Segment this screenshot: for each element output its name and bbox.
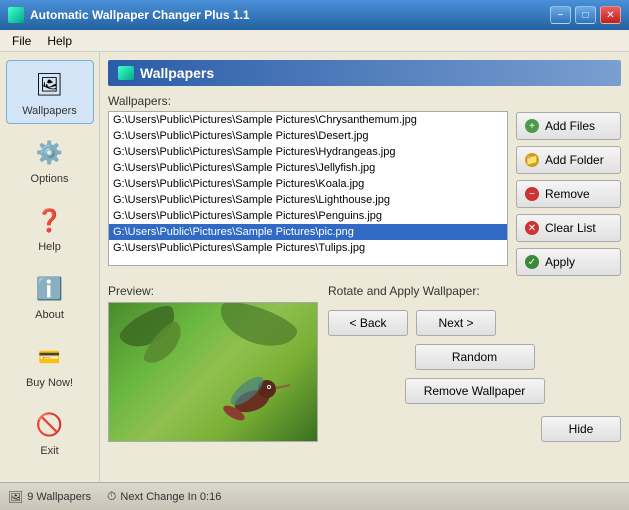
next-change-text: Next Change In 0:16 [120,491,221,503]
main-content: 🖼 Wallpapers ⚙️ Options ❓ Help ℹ️ About … [0,52,629,482]
hide-container: Hide [328,416,621,442]
section-header-icon [118,66,134,80]
remove-icon: − [525,187,539,201]
hide-button[interactable]: Hide [541,416,621,442]
next-change-status: ⏱ Next Change In 0:16 [107,489,221,504]
wallpapers-list[interactable]: G:\Users\Public\Pictures\Sample Pictures… [108,111,508,266]
random-button[interactable]: Random [415,344,535,370]
list-item[interactable]: G:\Users\Public\Pictures\Sample Pictures… [109,176,507,192]
list-item[interactable]: G:\Users\Public\Pictures\Sample Pictures… [109,128,507,144]
file-menu[interactable]: File [4,32,39,50]
wallpapers-list-container: Wallpapers: G:\Users\Public\Pictures\Sam… [108,94,508,276]
window-controls: − □ ✕ [550,6,621,24]
buttons-panel: + Add Files 📁 Add Folder − Remove ✕ Clea… [516,94,621,276]
wallpapers-list-label: Wallpapers: [108,94,508,108]
close-button[interactable]: ✕ [600,6,621,24]
section-header: Wallpapers [108,60,621,86]
wallpaper-count-text: 9 Wallpapers [27,491,91,503]
add-files-button[interactable]: + Add Files [516,112,621,140]
list-item[interactable]: G:\Users\Public\Pictures\Sample Pictures… [109,160,507,176]
wallpapers-area: Wallpapers: G:\Users\Public\Pictures\Sam… [108,94,621,276]
list-item[interactable]: G:\Users\Public\Pictures\Sample Pictures… [109,240,507,256]
clear-list-label: Clear List [545,221,596,235]
clear-list-button[interactable]: ✕ Clear List [516,214,621,242]
sidebar-wallpapers-label: Wallpapers [22,105,77,117]
add-files-label: Add Files [545,119,595,133]
help-icon: ❓ [30,203,70,239]
list-item[interactable]: G:\Users\Public\Pictures\Sample Pictures… [109,224,507,240]
sidebar-help-label: Help [38,241,61,253]
remove-wallpaper-container: Remove Wallpaper [328,378,621,404]
sidebar-item-options[interactable]: ⚙️ Options [6,128,94,192]
leaf-decor-2 [213,302,300,356]
exit-icon: 🚫 [30,407,70,443]
preview-area: Preview: [108,284,318,474]
options-icon: ⚙️ [30,135,70,171]
apply-button[interactable]: ✓ Apply [516,248,621,276]
rotate-area: Rotate and Apply Wallpaper: < Back Next … [328,284,621,474]
clear-list-icon: ✕ [525,221,539,235]
sidebar-exit-label: Exit [40,445,58,457]
add-folder-button[interactable]: 📁 Add Folder [516,146,621,174]
wallpaper-count-status: 🖼 9 Wallpapers [8,490,91,504]
preview-image [108,302,318,442]
sidebar-about-label: About [35,309,64,321]
next-button[interactable]: Next > [416,310,496,336]
remove-label: Remove [545,187,590,201]
title-bar-text: Automatic Wallpaper Changer Plus 1.1 [30,8,550,22]
about-icon: ℹ️ [30,271,70,307]
list-item[interactable]: G:\Users\Public\Pictures\Sample Pictures… [109,144,507,160]
sidebar-item-wallpapers[interactable]: 🖼 Wallpapers [6,60,94,124]
apply-label: Apply [545,255,575,269]
sidebar-item-buynow[interactable]: 💳 Buy Now! [6,332,94,396]
menu-bar: File Help [0,30,629,52]
list-item[interactable]: G:\Users\Public\Pictures\Sample Pictures… [109,112,507,128]
clock-icon: ⏱ [107,489,116,504]
bottom-section: Preview: [108,284,621,474]
list-item[interactable]: G:\Users\Public\Pictures\Sample Pictures… [109,192,507,208]
wallpaper-count-icon: 🖼 [8,490,23,504]
maximize-button[interactable]: □ [575,6,596,24]
rotate-title: Rotate and Apply Wallpaper: [328,284,621,298]
remove-button[interactable]: − Remove [516,180,621,208]
hummingbird-svg [212,361,292,431]
back-button[interactable]: < Back [328,310,408,336]
sidebar-options-label: Options [31,173,69,185]
sidebar-item-exit[interactable]: 🚫 Exit [6,400,94,464]
remove-wallpaper-button[interactable]: Remove Wallpaper [405,378,545,404]
sidebar-buynow-label: Buy Now! [26,377,73,389]
help-menu[interactable]: Help [39,32,80,50]
status-bar: 🖼 9 Wallpapers ⏱ Next Change In 0:16 [0,482,629,510]
apply-icon: ✓ [525,255,539,269]
minimize-button[interactable]: − [550,6,571,24]
sidebar: 🖼 Wallpapers ⚙️ Options ❓ Help ℹ️ About … [0,52,100,482]
rotate-nav-buttons: < Back Next > [328,310,621,336]
wallpapers-icon: 🖼 [30,67,70,103]
add-folder-label: Add Folder [545,153,604,167]
app-icon [8,7,24,23]
buynow-icon: 💳 [30,339,70,375]
list-item[interactable]: G:\Users\Public\Pictures\Sample Pictures… [109,208,507,224]
sidebar-item-about[interactable]: ℹ️ About [6,264,94,328]
sidebar-item-help[interactable]: ❓ Help [6,196,94,260]
title-bar: Automatic Wallpaper Changer Plus 1.1 − □… [0,0,629,30]
random-container: Random [328,344,621,370]
section-title: Wallpapers [140,65,214,81]
preview-label: Preview: [108,284,318,298]
add-folder-icon: 📁 [525,153,539,167]
add-files-icon: + [525,119,539,133]
panel-area: Wallpapers Wallpapers: G:\Users\Public\P… [100,52,629,482]
